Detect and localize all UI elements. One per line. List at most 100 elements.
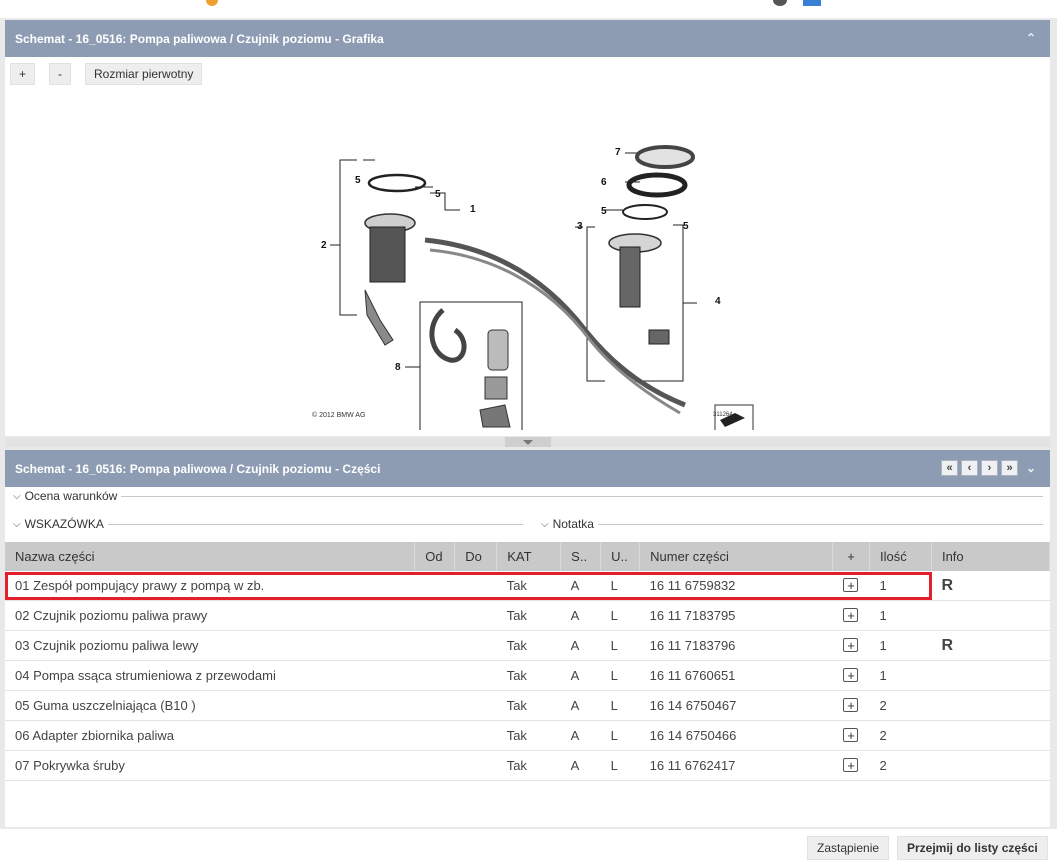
chevron-up-icon[interactable]: ⌃ [1024, 31, 1038, 45]
replacement-button[interactable]: Zastąpienie [807, 836, 890, 860]
col-header-do[interactable]: Do [454, 542, 498, 571]
next-page-button[interactable]: › [981, 460, 998, 476]
info-cell: R [931, 571, 1050, 601]
table-row[interactable]: 01 Zespół pompujący prawy z pompą w zb. T… [5, 571, 1050, 601]
callout-6: 6 [601, 177, 607, 188]
wskazowka-section-label: WSKAZÓWKA [24, 517, 104, 531]
col-header-s[interactable]: S.. [560, 542, 602, 571]
callout-1: 1 [470, 204, 476, 215]
first-page-button[interactable]: « [941, 460, 958, 476]
splitter-collapse-handle[interactable] [505, 437, 551, 447]
add-to-parts-list-button[interactable]: Przejmij do listy części [897, 836, 1048, 860]
chevron-down-icon[interactable]: ⌄ [1024, 461, 1038, 475]
zoom-out-button[interactable]: - [49, 63, 72, 85]
callout-2: 2 [321, 240, 327, 251]
callout-5c: 5 [601, 206, 607, 217]
quantity-cell: 2 [869, 690, 932, 721]
wskazowka-section[interactable]: ⌵ WSKAZÓWKA [13, 516, 523, 532]
u-cell: L [600, 571, 640, 601]
parts-panel-header: Schemat - 16_0516: Pompa paliwowa / Czuj… [5, 450, 1050, 487]
col-header-u[interactable]: U.. [600, 542, 641, 571]
od-cell [414, 600, 455, 631]
quantity-cell: 2 [869, 720, 932, 751]
col-header-number[interactable]: Numer części [639, 542, 833, 571]
parts-table: Nazwa części Od Do KAT S.. U.. Numer czę… [5, 542, 1051, 781]
info-cell [931, 720, 1050, 751]
prev-page-button[interactable]: ‹ [961, 460, 978, 476]
u-cell: L [600, 720, 640, 751]
part-number-cell: 16 14 6750466 [639, 720, 833, 751]
part-name-cell: 03 Czujnik poziomu paliwa lewy [5, 630, 415, 661]
s-cell: A [560, 720, 601, 751]
do-cell [454, 690, 497, 721]
col-header-od[interactable]: Od [414, 542, 456, 571]
callout-3: 3 [577, 221, 583, 232]
notatka-section[interactable]: ⌵ Notatka [541, 516, 1043, 532]
col-header-qty[interactable]: Ilość [869, 542, 932, 571]
s-cell: A [560, 660, 601, 691]
kat-cell: Tak [496, 720, 561, 751]
add-to-list-icon[interactable]: + [843, 638, 859, 652]
parts-table-body: 01 Zespół pompujący prawy z pompą w zb. T… [5, 571, 1050, 781]
chevron-down-icon[interactable]: ⌵ [541, 519, 549, 530]
do-cell [454, 630, 497, 661]
add-to-list-icon[interactable]: + [843, 698, 859, 712]
kat-cell: Tak [496, 690, 561, 721]
ocena-section[interactable]: ⌵ Ocena warunków [13, 488, 1043, 504]
chevron-down-icon[interactable]: ⌵ [13, 519, 21, 530]
table-row[interactable]: 07 Pokrywka śruby Tak A L 16 11 6762417 +2 [5, 750, 1050, 781]
u-cell: L [600, 750, 640, 781]
top-strip [0, 0, 1057, 18]
diagram-image-number: 311264 [713, 412, 733, 418]
part-number-cell: 16 11 6762417 [639, 750, 833, 781]
graphics-panel-title: Schemat - 16_0516: Pompa paliwowa / Czuj… [15, 31, 384, 46]
notatka-section-label: Notatka [552, 517, 594, 531]
s-cell: A [560, 571, 601, 601]
add-to-list-icon[interactable]: + [843, 728, 859, 742]
pager: « ‹ › » ⌄ [941, 460, 1038, 476]
parts-panel-title: Schemat - 16_0516: Pompa paliwowa / Czuj… [15, 461, 381, 476]
info-cell [931, 690, 1050, 721]
orange-status-icon [206, 0, 218, 6]
od-cell [414, 750, 455, 781]
kat-cell: Tak [496, 600, 561, 631]
callout-5d: 5 [683, 221, 689, 232]
plus-cell: + [832, 690, 870, 721]
chevron-down-icon[interactable]: ⌵ [13, 491, 21, 502]
table-row[interactable]: 06 Adapter zbiornika paliwa Tak A L 16 14 67… [5, 720, 1050, 751]
u-cell: L [600, 600, 640, 631]
table-row[interactable]: 04 Pompa ssąca strumieniowa z przewodami… [5, 660, 1050, 691]
blue-icon [803, 0, 821, 6]
part-number-cell: 16 14 6750467 [639, 690, 833, 721]
last-page-button[interactable]: » [1001, 460, 1018, 476]
col-header-kat[interactable]: KAT [496, 542, 562, 571]
original-size-button[interactable]: Rozmiar pierwotny [85, 63, 203, 85]
col-header-name[interactable]: Nazwa części [5, 542, 416, 571]
plus-cell: + [832, 630, 870, 661]
callout-7: 7 [615, 147, 621, 158]
add-to-list-icon[interactable]: + [843, 578, 859, 592]
zoom-toolbar: + - Rozmiar pierwotny [10, 63, 203, 85]
add-to-list-icon[interactable]: + [843, 668, 859, 682]
s-cell: A [560, 600, 601, 631]
parts-diagram[interactable]: 1 2 3 4 5 5 5 5 6 7 8 © 2012 BMW AG [305, 115, 765, 430]
table-row[interactable]: 05 Guma uszczelniająca (B10 ) Tak A L 16 14 … [5, 690, 1050, 721]
part-name-cell: 06 Adapter zbiornika paliwa [5, 720, 415, 751]
plus-cell: + [832, 571, 870, 601]
col-header-info[interactable]: Info [931, 542, 1051, 571]
od-cell [414, 571, 455, 601]
parts-panel: Schemat - 16_0516: Pompa paliwowa / Czuj… [5, 450, 1051, 827]
zoom-in-button[interactable]: + [10, 63, 36, 85]
part-name-cell: 02 Czujnik poziomu paliwa prawy [5, 600, 415, 631]
part-number-cell: 16 11 6759832 [639, 571, 833, 601]
table-row[interactable]: 02 Czujnik poziomu paliwa prawy Tak A L 16 1… [5, 600, 1050, 631]
plus-cell: + [832, 750, 870, 781]
panel-splitter[interactable] [5, 437, 1050, 447]
info-cell: R [931, 630, 1050, 661]
kat-cell: Tak [496, 660, 561, 691]
table-row[interactable]: 03 Czujnik poziomu paliwa lewy Tak A L 16 11… [5, 630, 1050, 661]
add-to-list-icon[interactable]: + [843, 758, 859, 772]
part-number-cell: 16 11 6760651 [639, 660, 833, 691]
add-to-list-icon[interactable]: + [843, 608, 859, 622]
do-cell [454, 660, 497, 691]
